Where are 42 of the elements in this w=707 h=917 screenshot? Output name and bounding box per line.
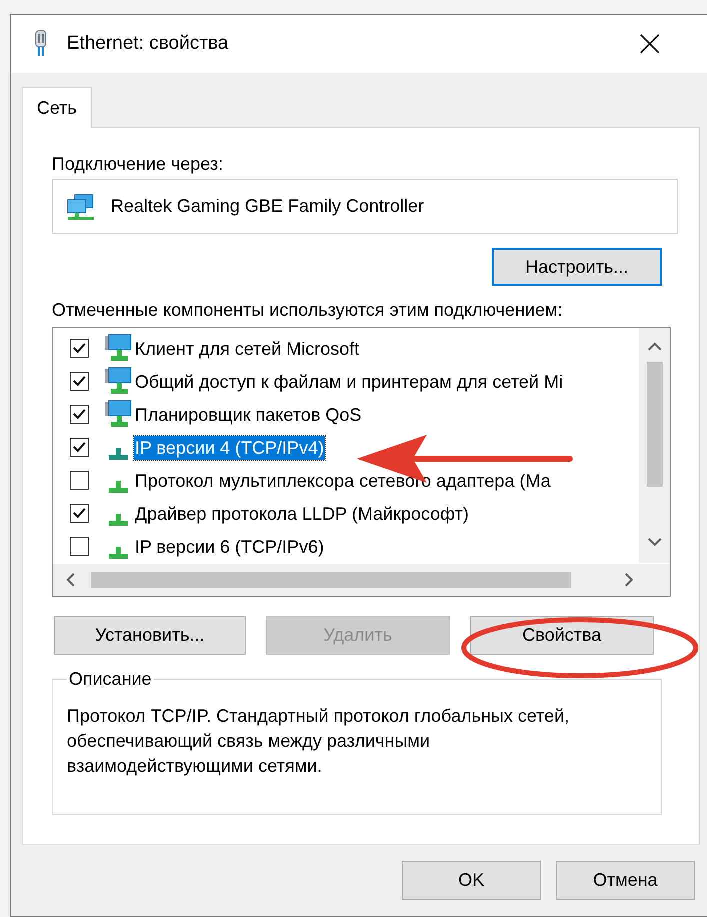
component-label[interactable]: Общий доступ к файлам и принтерам для сетей Mi — [134, 370, 564, 394]
action-button[interactable]: Установить... — [54, 616, 246, 655]
scrollbar-thumb[interactable] — [91, 572, 571, 588]
window-title: Ethernet: свойства — [67, 32, 229, 56]
section-label: Подключение через: — [52, 153, 224, 176]
network-computer-icon — [103, 400, 133, 430]
components-label: Отмеченные компоненты используются этим подключением: — [52, 299, 564, 322]
checkbox[interactable] — [70, 339, 89, 358]
close-icon[interactable] — [640, 34, 660, 54]
adapter-name: Realtek Gaming GBE Family Controller — [111, 195, 424, 218]
ethernet-plug-icon — [33, 30, 49, 58]
scroll-left-icon[interactable] — [66, 573, 75, 587]
scrollbar-thumb[interactable] — [647, 362, 663, 487]
dialog-button[interactable]: OK — [402, 861, 541, 900]
network-computer-icon — [103, 366, 133, 396]
checkbox[interactable] — [70, 471, 89, 490]
tab[interactable]: Сеть — [22, 87, 92, 128]
dialog-button[interactable]: Отмена — [556, 861, 695, 900]
component-label[interactable]: IP версии 6 (TCP/IPv6) — [134, 534, 326, 558]
horizontal-scrollbar[interactable] — [53, 564, 670, 596]
checkbox[interactable] — [70, 537, 89, 556]
description-text: Протокол TCP/IP. Стандартный протокол глобальных сетей, обеспечивающий связь между различными взаимодействующими сетями. — [67, 705, 570, 778]
checkbox[interactable] — [70, 372, 89, 391]
network-computers-icon — [65, 192, 97, 220]
network-protocol-icon — [109, 514, 128, 526]
network-protocol-icon — [109, 546, 128, 558]
component-label[interactable]: Протокол мультиплексора сетевого адаптера (Ма — [134, 468, 552, 492]
configure-button[interactable]: Настроить... — [492, 248, 662, 286]
component-label[interactable]: IP версии 4 (TCP/IPv4) — [134, 436, 326, 460]
scroll-up-icon[interactable] — [648, 342, 662, 351]
network-protocol-icon — [109, 480, 128, 492]
scroll-right-icon[interactable] — [625, 573, 634, 587]
network-computer-icon — [103, 334, 133, 364]
network-protocol-icon — [109, 448, 128, 460]
vertical-scrollbar[interactable] — [639, 328, 670, 563]
checkbox[interactable] — [70, 504, 89, 523]
component-label[interactable]: Клиент для сетей Microsoft — [134, 336, 361, 360]
scroll-down-icon[interactable] — [648, 538, 662, 547]
component-label[interactable]: Планировщик пакетов QoS — [134, 402, 363, 426]
component-label[interactable]: Драйвер протокола LLDP (Майкрософт) — [134, 502, 470, 526]
checkbox[interactable] — [70, 405, 89, 424]
checkbox[interactable] — [70, 438, 89, 457]
